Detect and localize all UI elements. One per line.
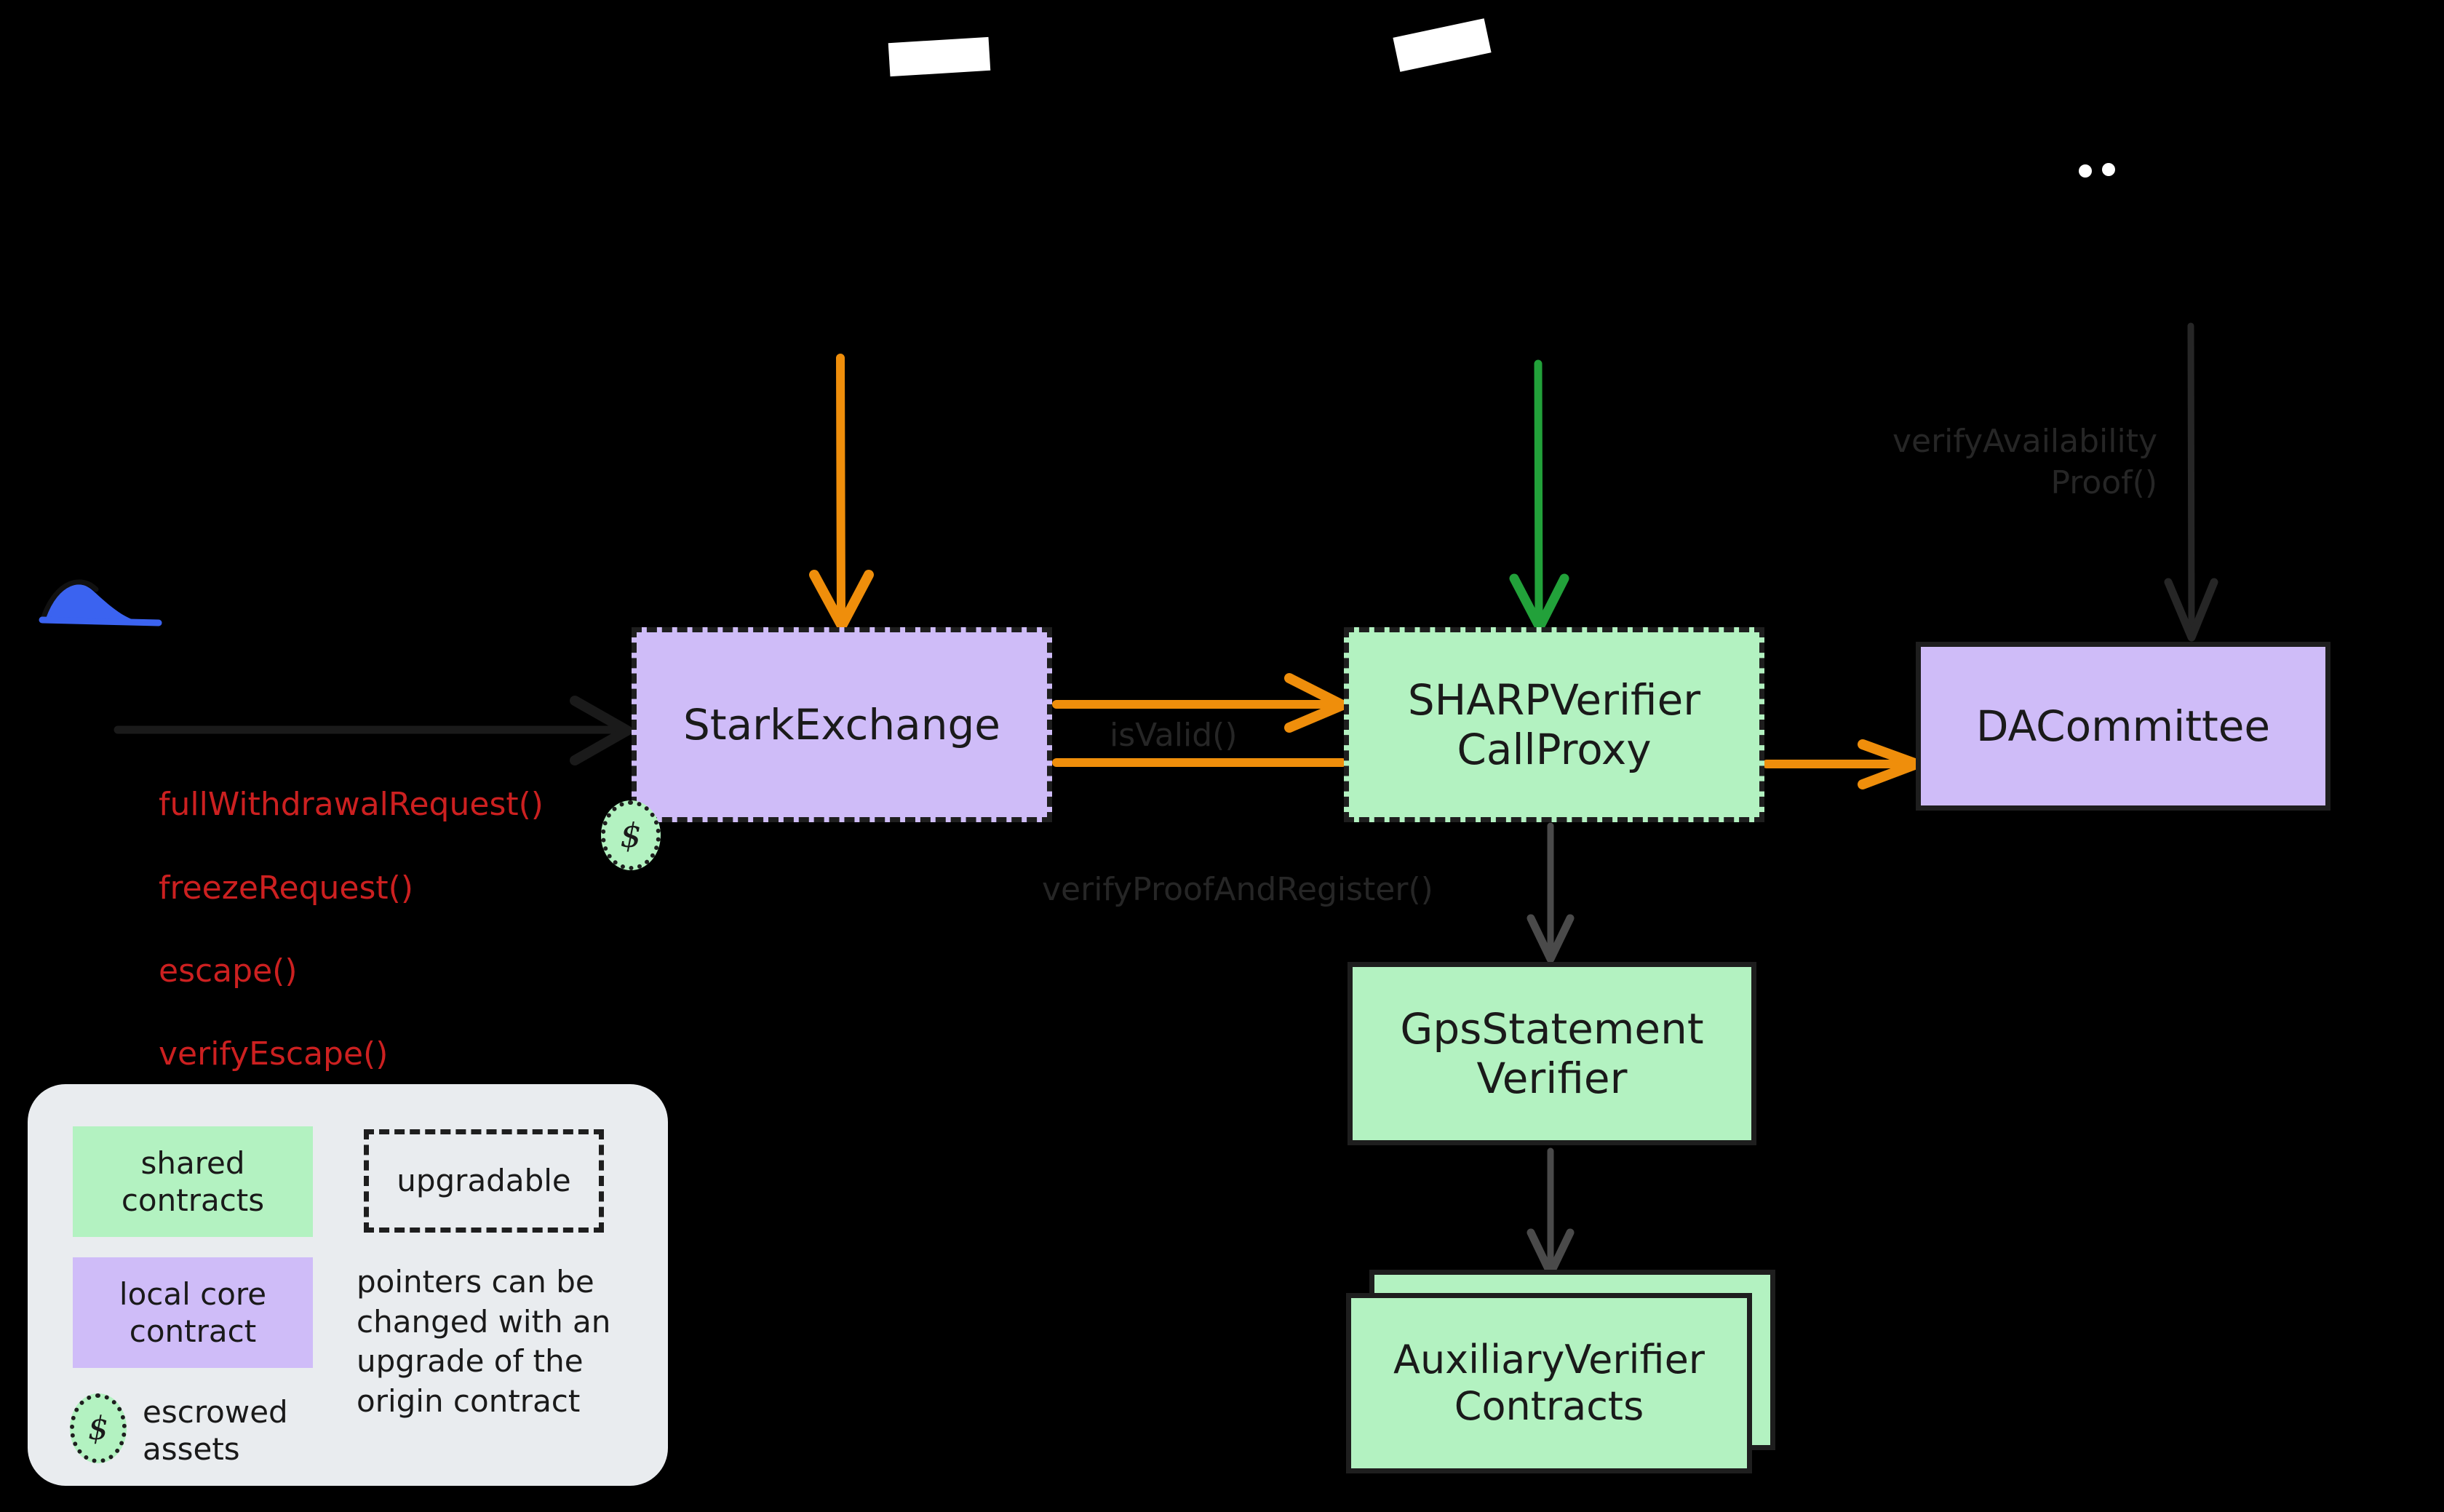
blue-arc-fragment	[39, 579, 162, 626]
arrow-sharp-proxy-to-da-committee	[1762, 739, 1922, 789]
external-method-item: fullWithdrawalRequest()	[159, 786, 544, 824]
cropped-dot-left	[2079, 164, 2092, 178]
node-gps-statement-verifier[interactable]: GpsStatement Verifier	[1348, 962, 1756, 1145]
legend-shared-contracts-swatch: shared contracts	[73, 1126, 313, 1237]
node-auxiliary-verifier-contracts[interactable]: AuxiliaryVerifier Contracts	[1346, 1293, 1752, 1473]
legend-pointers-note: pointers can be changed with an upgrade …	[357, 1264, 611, 1419]
node-da-committee[interactable]: DACommittee	[1916, 642, 2330, 811]
edge-label-is-valid: isValid()	[1110, 717, 1238, 754]
external-methods-list: fullWithdrawalRequest() freezeRequest() …	[159, 742, 544, 1117]
arrow-sharp-proxy-to-gps-verifier	[1526, 822, 1575, 963]
arrow-dark-into-da-committee	[2164, 322, 2218, 642]
cropped-white-rectangle-left	[888, 36, 991, 77]
arrow-gps-verifier-to-aux-contracts	[1526, 1147, 1575, 1278]
edge-label-verify-availability-proof: verifyAvailability Proof()	[1892, 423, 2157, 502]
escrowed-assets-badge: $	[601, 800, 661, 870]
legend-upgradable-swatch: upgradable	[364, 1129, 604, 1233]
node-stark-exchange[interactable]: StarkExchange	[632, 627, 1052, 822]
arrow-green-into-sharp-proxy	[1509, 359, 1569, 632]
external-method-item: verifyEscape()	[159, 1035, 389, 1073]
legend-escrowed-assets-icon: $	[70, 1393, 127, 1463]
node-auxiliary-verifier-contracts-stack[interactable]: AuxiliaryVerifier Contracts	[1346, 1270, 1775, 1473]
legend-panel: shared contracts local core contract upg…	[28, 1084, 668, 1486]
legend-escrowed-assets-label: escrowed assets	[143, 1394, 288, 1468]
diagram-canvas: StarkExchange SHARPVerifier CallProxy DA…	[0, 0, 2444, 1512]
edge-label-verify-proof-and-register: verifyProofAndRegister()	[1042, 871, 1433, 908]
node-sharp-verifier-call-proxy[interactable]: SHARPVerifier CallProxy	[1344, 627, 1764, 822]
external-method-item: freezeRequest()	[159, 869, 413, 907]
legend-local-core-contract-swatch: local core contract	[73, 1257, 313, 1368]
cropped-dot-right	[2102, 163, 2115, 176]
external-method-item: escape()	[159, 952, 298, 990]
arrow-orange-into-stark-exchange	[809, 354, 874, 631]
